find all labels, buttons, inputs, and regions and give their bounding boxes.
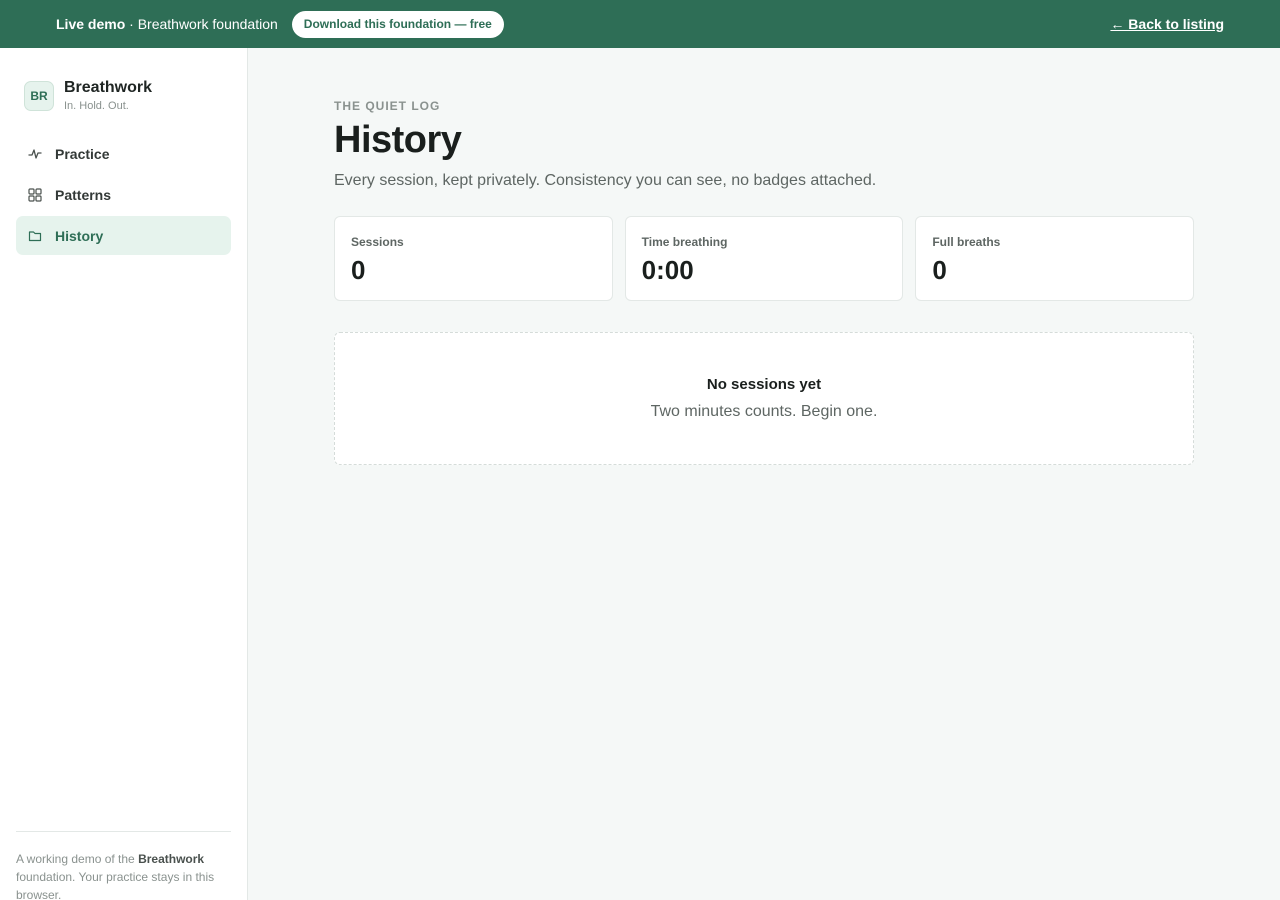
stat-value: 0:00 — [641, 255, 694, 285]
sidebar-item-label: Patterns — [55, 186, 112, 203]
stat-card-time-breathing: Time breathing 0:00 — [624, 216, 904, 301]
pulse-icon — [28, 147, 42, 161]
sidebar-footer: A working demo of the Breathwork foundat… — [16, 831, 231, 900]
stats-row: Sessions 0 Time breathing 0:00 Full brea… — [334, 216, 1195, 301]
download-foundation-button[interactable]: Download this foundation — free — [291, 10, 504, 38]
brand-logo: BR — [24, 80, 54, 111]
footer-product: Breathwork — [138, 852, 205, 866]
sidebar-nav: Practice Patterns History — [16, 134, 231, 257]
empty-state: No sessions yet Two minutes counts. Begi… — [334, 332, 1194, 465]
sidebar-item-history[interactable]: History — [16, 216, 231, 255]
sidebar-item-patterns[interactable]: Patterns — [16, 175, 231, 214]
stat-label: Full breaths — [932, 235, 1001, 249]
demo-banner: Live demo · Breathwork foundation Downlo… — [0, 0, 1280, 48]
stat-value: 0 — [351, 255, 366, 285]
empty-state-title: No sessions yet — [706, 376, 822, 393]
footer-suffix: foundation. Your practice stays in this … — [16, 870, 215, 900]
brand-tagline: In. Hold. Out. — [64, 100, 129, 112]
footer-prefix: A working demo of the — [16, 852, 139, 866]
demo-banner-text: Live demo · Breathwork foundation — [56, 16, 278, 32]
stat-card-sessions: Sessions 0 — [334, 216, 613, 301]
brand-name: Breathwork — [64, 79, 153, 96]
stat-value: 0 — [932, 255, 947, 285]
page-title: History — [334, 119, 462, 161]
sidebar-item-label: History — [55, 227, 104, 244]
grid-icon — [28, 187, 42, 202]
main-content: THE QUIET LOG History Every session, kep… — [334, 48, 1195, 465]
demo-label: Live demo — [56, 16, 126, 32]
sidebar: BR Breathwork In. Hold. Out. Practice Pa… — [0, 48, 248, 900]
brand-text: Breathwork In. Hold. Out. — [64, 79, 152, 112]
demo-product: Breathwork foundation — [137, 16, 278, 32]
stat-card-full-breaths: Full breaths 0 — [915, 216, 1195, 301]
stat-label: Sessions — [351, 235, 404, 249]
folder-icon — [28, 229, 42, 243]
empty-state-text: Two minutes counts. Begin one. — [650, 403, 878, 420]
back-to-listing-link[interactable]: ← Back to listing — [1110, 16, 1224, 32]
page-eyebrow: THE QUIET LOG — [334, 99, 441, 113]
sidebar-item-practice[interactable]: Practice — [16, 134, 231, 173]
demo-separator: · — [125, 16, 138, 32]
stat-label: Time breathing — [641, 235, 728, 249]
brand: BR Breathwork In. Hold. Out. — [24, 79, 152, 112]
page-subtitle: Every session, kept privately. Consisten… — [334, 172, 877, 189]
sidebar-item-label: Practice — [55, 145, 110, 162]
